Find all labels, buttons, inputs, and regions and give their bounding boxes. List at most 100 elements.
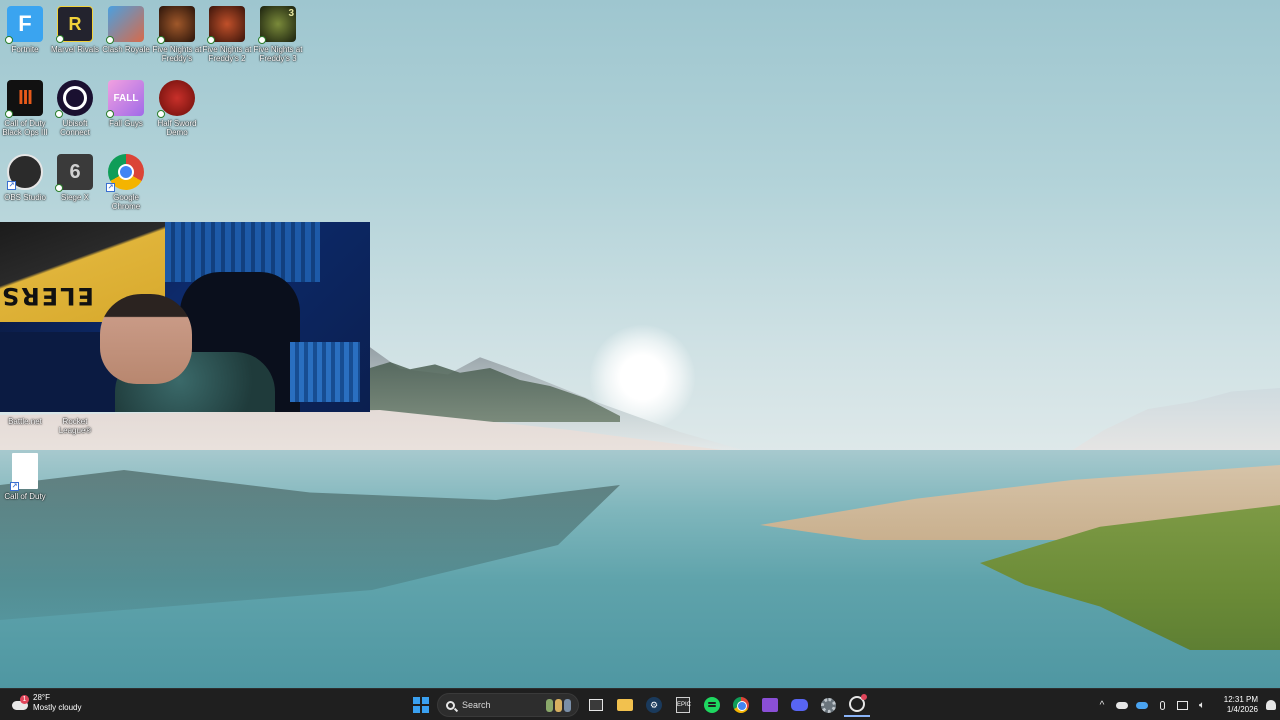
webcam-flag-text: ELERS bbox=[0, 282, 94, 310]
webcam-overlay: ELERS bbox=[0, 222, 370, 412]
fnaf-2-icon bbox=[207, 6, 245, 44]
desktop-icon-fall-guys[interactable]: FALL Fall Guys bbox=[101, 80, 151, 128]
desktop-icon-fnaf-1[interactable]: Five Nights at Freddy's bbox=[152, 6, 202, 63]
shortcut-arrow-icon: ↗ bbox=[10, 482, 19, 491]
desktop-icon-label: Google Chrome bbox=[111, 193, 141, 211]
desktop-icon-label: Battle.net bbox=[8, 417, 42, 426]
folder-icon bbox=[617, 699, 633, 711]
desktop-icon-label: Ubisoft Connect bbox=[60, 119, 90, 137]
sync-badge-icon bbox=[258, 36, 266, 44]
taskbar-app-epic-games[interactable]: EPIC bbox=[670, 693, 696, 717]
desktop-icon-half-sword[interactable]: Half Sword Demo bbox=[152, 80, 202, 137]
desktop-icon-label: Marvel Rivals bbox=[50, 45, 99, 54]
desktop-icon-label: Call of Duty Black Ops III bbox=[2, 119, 48, 137]
taskbar-app-chrome[interactable] bbox=[728, 693, 754, 717]
speaker-icon: 🔈︎ bbox=[1199, 699, 1205, 711]
desktop-icon-fnaf-2[interactable]: Five Nights at Freddy's 2 bbox=[202, 6, 252, 63]
ubisoft-connect-icon bbox=[55, 80, 93, 118]
sync-badge-icon bbox=[56, 35, 64, 43]
show-hidden-icons-button[interactable]: ^ bbox=[1092, 693, 1112, 717]
taskbar: 1 28°F Mostly cloudy Search ⚙ EPIC ^ 🔈︎ … bbox=[0, 688, 1280, 720]
gear-icon bbox=[820, 697, 836, 713]
fnaf-3-icon: 3 bbox=[258, 6, 296, 44]
desktop-icon-call-of-duty[interactable]: ↗ Call of Duty bbox=[0, 453, 50, 501]
steam-icon: ⚙ bbox=[646, 697, 662, 713]
start-button[interactable] bbox=[408, 693, 434, 717]
sync-badge-icon bbox=[207, 36, 215, 44]
desktop-icon-ubisoft-connect[interactable]: Ubisoft Connect bbox=[50, 80, 100, 137]
search-label: Search bbox=[462, 700, 491, 710]
monitor-icon bbox=[1176, 700, 1188, 710]
sync-badge-icon bbox=[157, 36, 165, 44]
desktop-icon-google-chrome[interactable]: ↗ Google Chrome bbox=[101, 154, 151, 211]
webcam-person-head bbox=[100, 294, 192, 384]
taskbar-app-clipchamp[interactable] bbox=[757, 693, 783, 717]
desktop-icon-fnaf-3[interactable]: 3 Five Nights at Freddy's 3 bbox=[253, 6, 303, 63]
desktop-icon-label: Five Nights at Freddy's 3 bbox=[253, 45, 303, 63]
desktop-icon-marvel-rivals[interactable]: R Marvel Rivals bbox=[50, 6, 100, 54]
taskbar-app-task-view[interactable] bbox=[583, 693, 609, 717]
marvel-rivals-icon: R bbox=[56, 6, 93, 43]
sync-badge-icon bbox=[55, 110, 63, 118]
sync-badge-icon bbox=[55, 184, 63, 192]
tray-display[interactable] bbox=[1172, 693, 1192, 717]
desktop-icon-cod-bo3[interactable]: III Call of Duty Black Ops III bbox=[0, 80, 50, 137]
discord-icon bbox=[790, 699, 808, 711]
sync-badge-icon bbox=[5, 110, 13, 118]
tray-onedrive-business[interactable] bbox=[1132, 693, 1152, 717]
taskbar-app-file-explorer[interactable] bbox=[612, 693, 638, 717]
tray-onedrive-personal[interactable] bbox=[1112, 693, 1132, 717]
google-chrome-icon: ↗ bbox=[106, 154, 144, 192]
desktop-icon-label: Siege X bbox=[60, 193, 90, 202]
chevron-up-icon: ^ bbox=[1099, 699, 1105, 711]
webcam-acoustic-panel-lower bbox=[290, 342, 360, 402]
desktop-icon-clash-royale[interactable]: Clash Royale bbox=[101, 6, 151, 54]
desktop-icon-label: Half Sword Demo bbox=[157, 119, 197, 137]
windows-logo-icon bbox=[413, 697, 429, 713]
onedrive-cloud-icon bbox=[1116, 701, 1128, 709]
search-icon bbox=[446, 700, 455, 710]
sync-badge-icon bbox=[106, 110, 114, 118]
desktop-icon-label: Fall Guys bbox=[109, 119, 143, 128]
desktop-icon-label: Call of Duty bbox=[4, 492, 46, 501]
desktop-icon-label: Five Nights at Freddy's bbox=[152, 45, 202, 63]
tray-volume[interactable]: 🔈︎ bbox=[1192, 693, 1212, 717]
sync-badge-icon bbox=[157, 110, 165, 118]
fall-guys-icon: FALL bbox=[106, 80, 144, 118]
siege-x-icon: 6 bbox=[55, 154, 93, 192]
tray-microphone[interactable] bbox=[1152, 693, 1172, 717]
taskbar-app-discord[interactable] bbox=[786, 693, 812, 717]
fnaf-1-icon bbox=[157, 6, 195, 44]
half-sword-icon bbox=[157, 80, 195, 118]
sync-badge-icon bbox=[106, 36, 114, 44]
call-of-duty-icon: ↗ bbox=[10, 453, 38, 491]
taskbar-app-settings[interactable] bbox=[815, 693, 841, 717]
shortcut-arrow-icon: ↗ bbox=[7, 181, 16, 190]
taskbar-search[interactable]: Search bbox=[437, 693, 579, 717]
desktop-icon-label: OBS Studio bbox=[4, 193, 46, 202]
taskbar-app-obs[interactable] bbox=[844, 693, 870, 717]
weather-condition: Mostly cloudy bbox=[33, 703, 82, 712]
taskbar-center: Search ⚙ EPIC bbox=[408, 693, 873, 717]
fortnite-icon: F bbox=[5, 6, 43, 44]
desktop-icon-label: Fortnite bbox=[11, 45, 39, 54]
taskbar-app-spotify[interactable] bbox=[699, 693, 725, 717]
taskbar-clock[interactable]: 12:31 PM 1/4/2026 bbox=[1218, 695, 1258, 715]
epic-games-icon: EPIC bbox=[676, 697, 691, 713]
clash-royale-icon bbox=[106, 6, 144, 44]
sync-badge-icon bbox=[5, 36, 13, 44]
notification-bell-icon[interactable] bbox=[1266, 700, 1276, 710]
desktop-icon-fortnite[interactable]: F Fortnite bbox=[0, 6, 50, 54]
taskbar-app-steam[interactable]: ⚙ bbox=[641, 693, 667, 717]
weather-alert-badge: 1 bbox=[20, 695, 29, 704]
chrome-icon bbox=[733, 697, 749, 713]
obs-icon bbox=[849, 694, 867, 712]
weather-temperature: 28°F bbox=[33, 693, 50, 702]
desktop-icon-obs-studio[interactable]: ↗ OBS Studio bbox=[0, 154, 50, 202]
weather-widget[interactable]: 1 28°F Mostly cloudy bbox=[10, 693, 81, 713]
obs-studio-icon: ↗ bbox=[7, 154, 43, 190]
task-view-icon bbox=[589, 699, 603, 711]
search-highlight-icon bbox=[546, 699, 572, 712]
desktop-icon-siege-x[interactable]: 6 Siege X bbox=[50, 154, 100, 202]
cod-bo3-icon: III bbox=[5, 80, 43, 118]
